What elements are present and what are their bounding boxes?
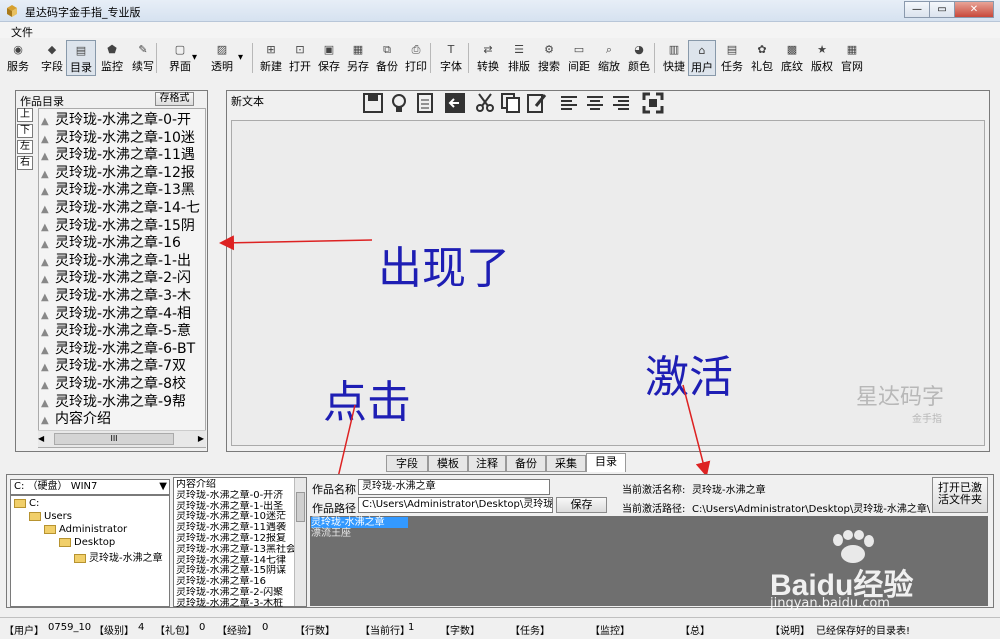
folder-icon — [74, 553, 86, 563]
drive-select[interactable]: C: （硬盘） WIN7 ▼ — [10, 479, 170, 495]
tree-node-administrator[interactable]: Administrator — [44, 524, 127, 535]
tab-2[interactable]: 注释 — [468, 455, 506, 472]
list-item[interactable]: 灵玲珑-水沸之章-15阴谋 — [176, 565, 294, 576]
list-item[interactable]: 灵玲珑-水沸之章-12报复 — [176, 533, 294, 544]
active-path-value: C:\Users\Administrator\Desktop\灵玲珑-水沸之章\ — [692, 504, 931, 515]
baidu-watermark: Baidu经验 jingyan.baidu.com — [770, 530, 970, 611]
tab-5[interactable]: 目录 — [586, 453, 626, 472]
work-name-input[interactable]: 灵玲珑-水沸之章 — [358, 479, 550, 495]
chevron-down-icon[interactable]: ▼ — [159, 480, 167, 494]
status-gift-value: 0 — [199, 622, 206, 633]
tree-node-c[interactable]: C: — [14, 498, 39, 509]
app-window: 星达码字金手指_专业版 — ▭ ✕ 文件 ◉ 服务 ◆ 字段 ▤ 目录 ⬟ 监控 ✎ 续写 ▢ 界面 ▨… — [0, 0, 1000, 639]
tab-0[interactable]: 字段 — [386, 455, 428, 472]
list-item[interactable]: 灵玲珑-水沸之章-11遇袭 — [176, 522, 294, 533]
intro-scroll-thumb[interactable] — [296, 492, 305, 522]
status-level-label: 【级别】 — [94, 626, 134, 637]
tree-node-users[interactable]: Users — [29, 511, 72, 522]
folder-icon — [59, 537, 71, 547]
status-note-value: 已经保存好的目录表! — [816, 626, 911, 637]
status-exp-value: 0 — [262, 622, 269, 633]
status-lines-label: 【行数】 — [295, 626, 335, 637]
tree-node-work[interactable]: 灵玲珑-水沸之章 — [74, 549, 163, 564]
list-item[interactable]: 灵玲珑-水沸之章-14七律 — [176, 555, 294, 566]
intro-list[interactable]: 内容介绍 灵玲珑-水沸之章-0-开济 灵玲珑-水沸之章-1-出圣 灵玲珑-水沸之章-1… — [173, 477, 307, 609]
status-user-label: 【用户】 — [4, 626, 44, 637]
list-item[interactable]: 灵玲珑-水沸之章-10迷茫 — [176, 511, 294, 522]
tab-3[interactable]: 备份 — [506, 455, 546, 472]
status-note-label: 【说明】 — [770, 626, 810, 637]
folder-icon — [14, 498, 26, 508]
work-name-label: 作品名称 — [312, 483, 356, 496]
status-current-line-value: 1 — [408, 622, 415, 633]
active-path-label: 当前激活路径: — [622, 504, 686, 515]
active-name-value: 灵玲珑-水沸之章 — [692, 485, 766, 496]
status-gift-label: 【礼包】 — [155, 626, 195, 637]
status-task-label: 【任务】 — [510, 626, 550, 637]
list-item[interactable]: 灵玲珑-水沸之章-16 — [176, 576, 294, 587]
open-activated-folder-button[interactable]: 打开已激 活文件夹 — [932, 477, 988, 513]
drive-select-value: C: （硬盘） WIN7 — [14, 481, 98, 492]
folder-icon — [44, 524, 56, 534]
status-bar: 【用户】 0759_10 【级别】 4 【礼包】 0 【经验】 0 【行数】 【… — [0, 617, 1000, 639]
list-item[interactable]: 灵玲珑-水沸之章-0-开济 — [176, 490, 294, 501]
list-item[interactable]: 灵玲珑-水沸之章-3-木桩 — [176, 598, 294, 609]
tab-1[interactable]: 模板 — [428, 455, 468, 472]
save-path-button[interactable]: 保存 — [556, 497, 607, 513]
status-level-value: 4 — [138, 622, 145, 633]
status-user-value: 0759_10 — [48, 622, 92, 633]
folder-icon — [29, 511, 41, 521]
active-name-label: 当前激活名称: — [622, 485, 686, 496]
work-path-label: 作品路径 — [312, 502, 356, 515]
list-item[interactable]: 灵玲珑-水沸之章-1-出圣 — [176, 501, 294, 512]
status-words-label: 【字数】 — [440, 626, 480, 637]
list-item[interactable]: 灵玲珑-水沸之章-13黑社会 — [176, 544, 294, 555]
tree-node-desktop[interactable]: Desktop — [59, 537, 115, 548]
tab-4[interactable]: 采集 — [546, 455, 586, 472]
list-item[interactable]: 灵玲珑-水沸之章-2-闪聚 — [176, 587, 294, 598]
status-total-label: 【总】 — [680, 626, 710, 637]
intro-scrollbar[interactable] — [294, 478, 306, 606]
status-current-line-label: 【当前行】 — [360, 626, 410, 637]
list-item[interactable]: 内容介绍 — [176, 479, 294, 490]
folder-tree[interactable]: C: Users Administrator Desktop 灵玲珑-水沸之章 — [10, 495, 170, 607]
status-exp-label: 【经验】 — [217, 626, 257, 637]
works-listbox-item[interactable]: 漂流王座 — [311, 528, 351, 539]
status-monitor-label: 【监控】 — [590, 626, 630, 637]
works-listbox-item-selected[interactable]: 灵玲珑-水沸之章 — [311, 517, 408, 528]
work-path-input[interactable]: C:\Users\Administrator\Desktop\灵玲珑-水 — [358, 497, 553, 513]
baidu-url: jingyan.baidu.com — [770, 596, 890, 611]
